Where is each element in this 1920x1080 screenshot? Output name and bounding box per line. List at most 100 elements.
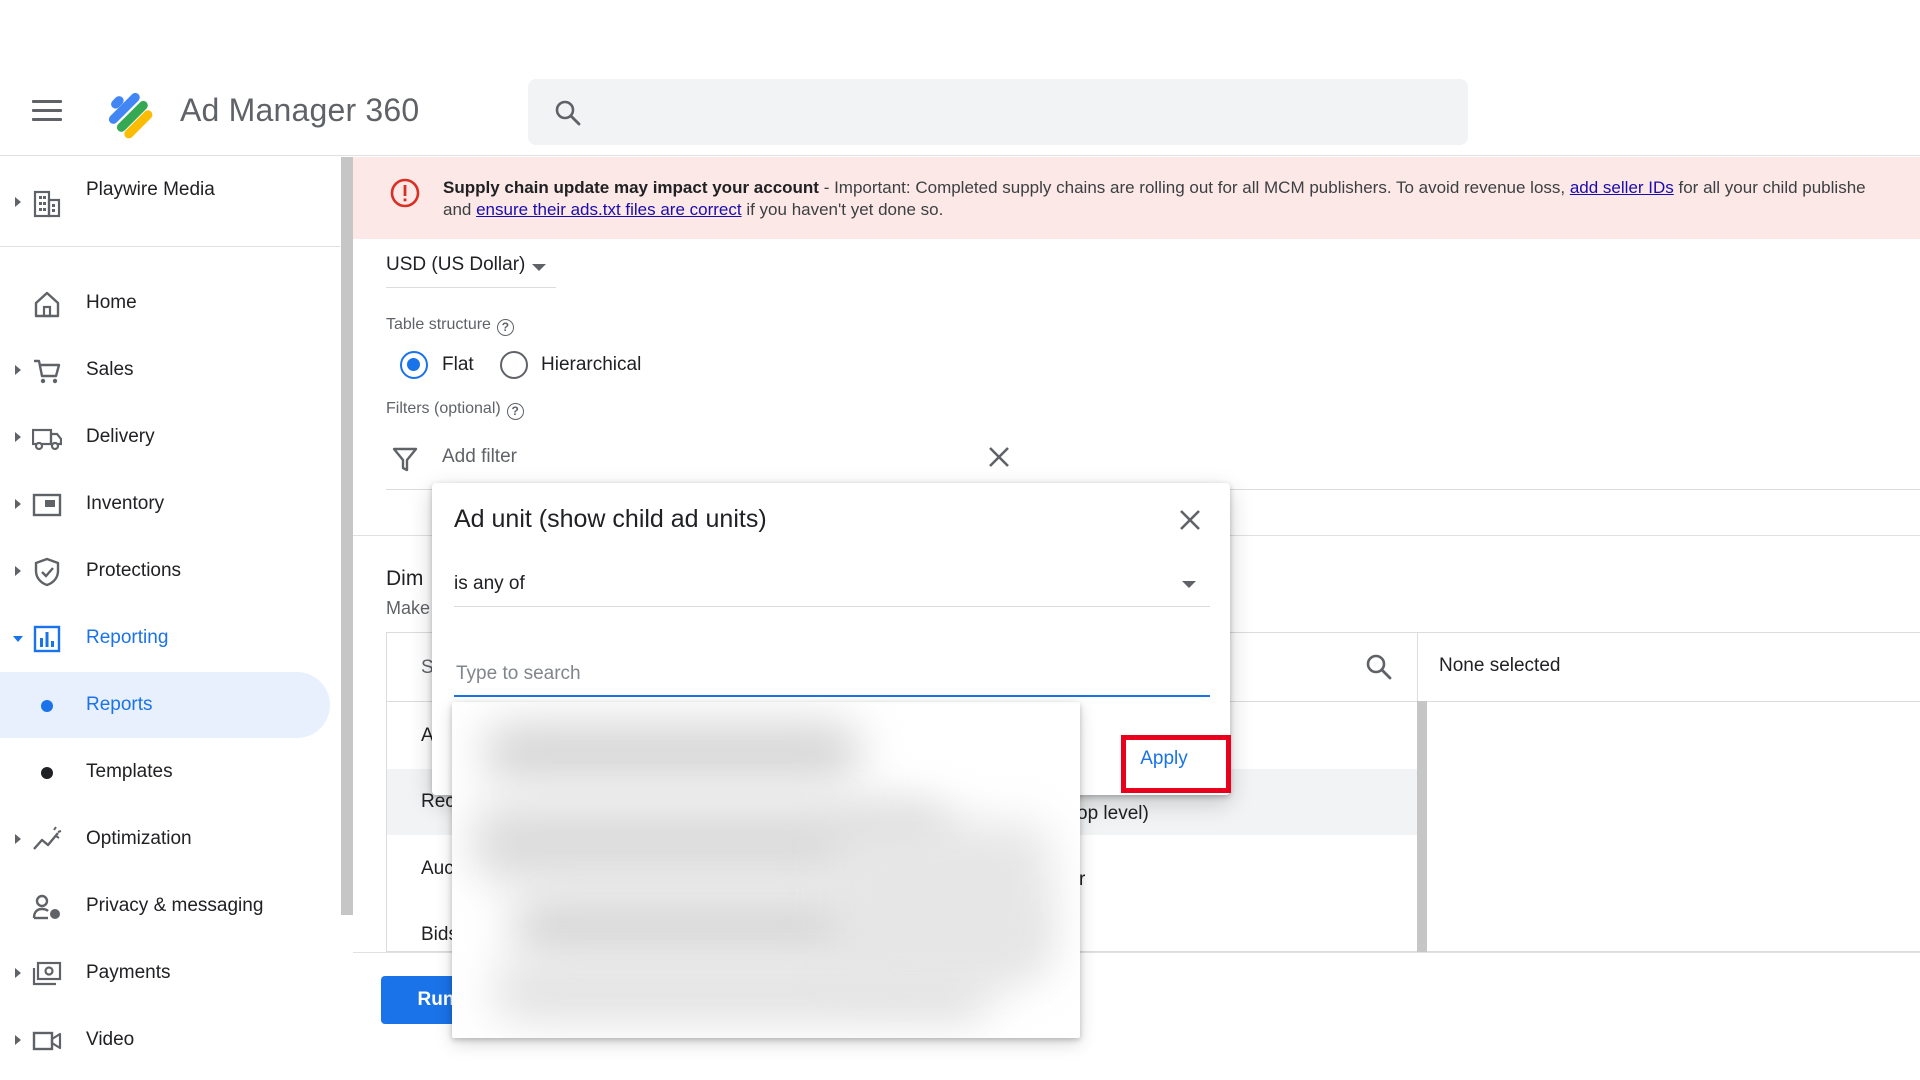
radio-hierarchical-label[interactable]: Hierarchical xyxy=(541,354,641,376)
sidebar-item-label: Privacy & messaging xyxy=(86,895,264,916)
sidebar-item-label: Delivery xyxy=(86,426,155,447)
hamburger-menu-icon[interactable] xyxy=(32,100,62,124)
dimensions-title: Dim xyxy=(386,567,424,590)
sidebar-item-privacy-messaging[interactable]: Privacy & messaging xyxy=(0,873,340,939)
blurred-result xyxy=(482,722,862,782)
dialog-title: Ad unit (show child ad units) xyxy=(454,505,767,533)
person-privacy-icon xyxy=(32,894,60,920)
banner-message: Supply chain update may impact your acco… xyxy=(443,177,1920,221)
sidebar-item-payments[interactable]: Payments xyxy=(0,940,340,1006)
caret-right-icon xyxy=(15,197,21,207)
sidebar-item-reporting[interactable]: Reporting xyxy=(0,605,340,671)
global-search-box[interactable] xyxy=(528,79,1468,145)
filter-funnel-icon xyxy=(392,447,418,472)
ad-manager-logo xyxy=(108,92,153,139)
help-icon[interactable]: ? xyxy=(496,319,514,336)
radio-flat[interactable] xyxy=(400,351,428,379)
caret-right-icon xyxy=(15,968,21,978)
add-seller-ids-link[interactable]: add seller IDs xyxy=(1570,178,1674,197)
app-title: Ad Manager 360 xyxy=(180,92,420,128)
sidebar-item-sales[interactable]: Sales xyxy=(0,337,340,403)
table-row[interactable]: Auc xyxy=(421,858,454,880)
dimensions-subtitle: Make xyxy=(386,598,431,618)
sidebar-item-label: Reporting xyxy=(86,627,169,648)
dropdown-arrow-icon xyxy=(1182,581,1196,588)
sidebar-item-label: Inventory xyxy=(86,493,165,514)
inventory-icon xyxy=(32,493,62,517)
add-filter-input[interactable]: Add filter xyxy=(442,446,517,468)
operator-value: is any of xyxy=(454,573,525,594)
search-icon[interactable] xyxy=(1365,653,1393,681)
video-camera-icon xyxy=(32,1031,62,1051)
selected-panel-scrollbar[interactable] xyxy=(1417,701,1427,953)
help-icon[interactable]: ? xyxy=(506,403,524,420)
table-structure-label: Table structure? xyxy=(386,316,514,336)
sidebar-item-templates[interactable]: Templates xyxy=(0,739,340,805)
table-row-text: op level) xyxy=(1077,803,1149,824)
bullet-dot xyxy=(41,700,53,712)
sidebar-item-label: Optimization xyxy=(86,828,192,849)
sidebar: Playwire Media Home Sales Delivery Inven… xyxy=(0,157,340,1080)
sidebar-item-label: Templates xyxy=(86,761,173,782)
trending-icon xyxy=(33,826,62,850)
operator-select[interactable]: is any of xyxy=(454,565,1210,607)
home-icon xyxy=(34,291,60,318)
sidebar-item-label: Protections xyxy=(86,560,182,581)
sidebar-item-label: Reports xyxy=(86,694,153,715)
caret-right-icon xyxy=(15,1035,21,1045)
supply-chain-alert-banner: Supply chain update may impact your acco… xyxy=(353,157,1920,239)
banner-text: and xyxy=(443,200,477,219)
ad-unit-search-input[interactable] xyxy=(454,653,1210,697)
banner-text: for all your child publishe xyxy=(1673,178,1866,197)
cart-icon xyxy=(34,359,61,384)
sidebar-item-inventory[interactable]: Inventory xyxy=(0,471,340,537)
sidebar-item-home[interactable]: Home xyxy=(0,270,340,336)
table-structure-text: Table structure xyxy=(386,316,491,333)
sidebar-item-protections[interactable]: Protections xyxy=(0,538,340,604)
bar-chart-icon xyxy=(33,625,61,653)
account-name: Playwire Media xyxy=(86,179,215,200)
banner-text: if you haven't yet done so. xyxy=(741,200,944,219)
radio-hierarchical[interactable] xyxy=(500,351,528,379)
sidebar-item-reports[interactable]: Reports xyxy=(0,672,330,738)
search-icon xyxy=(555,100,581,126)
filters-text: Filters (optional) xyxy=(386,400,501,417)
caret-right-icon xyxy=(15,365,21,375)
selected-dimensions-empty: None selected xyxy=(1439,655,1561,676)
building-icon xyxy=(33,190,61,218)
sidebar-item-delivery[interactable]: Delivery xyxy=(0,404,340,470)
column-divider xyxy=(1417,633,1418,701)
currency-select[interactable]: USD (US Dollar) xyxy=(386,250,556,288)
apply-button[interactable]: Apply xyxy=(1122,737,1206,781)
currency-value: USD (US Dollar) xyxy=(386,254,526,275)
caret-right-icon xyxy=(15,499,21,509)
bullet-dot xyxy=(41,767,53,779)
blurred-result xyxy=(832,822,1052,982)
banner-text: - Important: Completed supply chains are… xyxy=(818,178,1570,197)
sidebar-scrollbar[interactable] xyxy=(341,157,353,915)
sidebar-item-label: Payments xyxy=(86,962,171,983)
filter-row: Add filter xyxy=(386,436,1920,490)
caret-down-icon xyxy=(13,636,23,642)
caret-right-icon xyxy=(15,834,21,844)
payments-icon xyxy=(32,961,62,986)
clear-filter-icon[interactable] xyxy=(986,444,1012,470)
truck-icon xyxy=(32,428,62,451)
shield-icon xyxy=(34,557,60,587)
account-switcher[interactable]: Playwire Media xyxy=(0,157,340,247)
caret-right-icon xyxy=(15,432,21,442)
sidebar-item-label: Video xyxy=(86,1029,135,1050)
caret-right-icon xyxy=(15,566,21,576)
banner-title: Supply chain update may impact your acco… xyxy=(443,178,819,197)
radio-flat-label[interactable]: Flat xyxy=(442,354,474,376)
sidebar-item-label: Home xyxy=(86,292,137,313)
close-icon[interactable] xyxy=(1177,507,1203,533)
sidebar-item-optimization[interactable]: Optimization xyxy=(0,806,340,872)
dropdown-arrow-icon xyxy=(532,264,546,271)
ad-unit-suggestions-list[interactable] xyxy=(452,702,1080,1038)
top-app-bar: Ad Manager 360 xyxy=(0,0,1920,156)
filters-label: Filters (optional)? xyxy=(386,400,524,420)
alert-circle-icon xyxy=(390,178,420,208)
sidebar-item-video[interactable]: Video xyxy=(0,1007,340,1073)
ads-txt-link[interactable]: ensure their ads.txt files are correct xyxy=(476,200,742,219)
